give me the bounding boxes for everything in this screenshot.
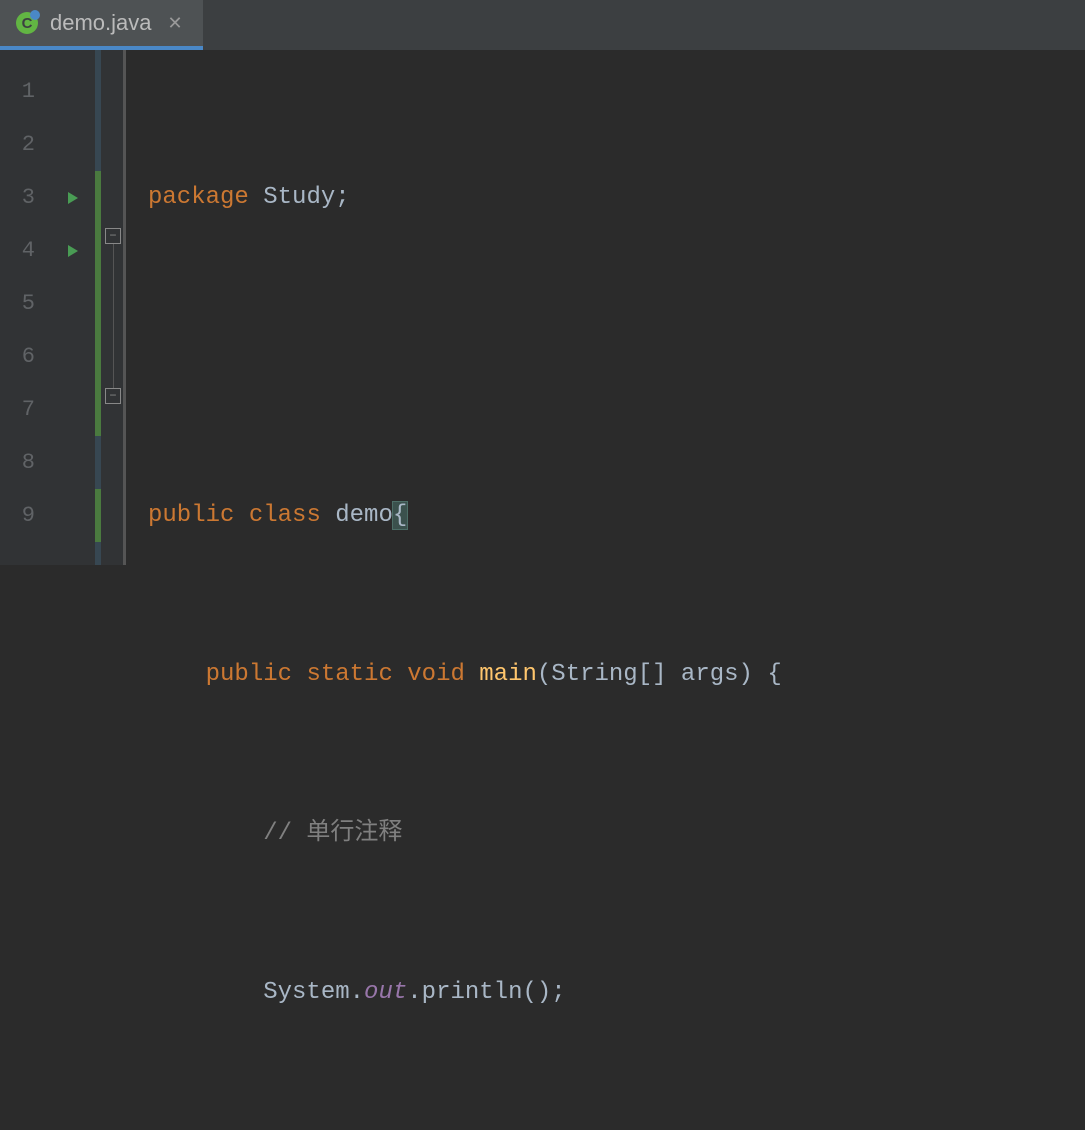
code-line[interactable]: public class demo{ bbox=[148, 489, 782, 542]
code-line[interactable]: package Study; bbox=[148, 171, 782, 224]
line-number[interactable]: 8 bbox=[0, 436, 35, 489]
run-icon[interactable] bbox=[50, 171, 95, 224]
fold-column: − − bbox=[101, 50, 126, 565]
code-line[interactable]: } bbox=[148, 1125, 782, 1130]
tab-filename: demo.java bbox=[50, 10, 152, 36]
line-number[interactable]: 4 bbox=[0, 224, 35, 277]
line-number-gutter[interactable]: 1 2 3 4 5 6 7 8 9 bbox=[0, 50, 50, 565]
code-line[interactable]: public static void main(String[] args) { bbox=[148, 648, 782, 701]
line-number[interactable]: 9 bbox=[0, 489, 35, 542]
code-area[interactable]: package Study; public class demo{ public… bbox=[126, 50, 782, 565]
code-editor[interactable]: 1 2 3 4 5 6 7 8 9 − − package Stud bbox=[0, 50, 1085, 565]
line-number[interactable]: 6 bbox=[0, 330, 35, 383]
fold-expand-icon[interactable]: − bbox=[105, 388, 121, 404]
fold-collapse-icon[interactable]: − bbox=[105, 228, 121, 244]
line-number[interactable]: 5 bbox=[0, 277, 35, 330]
line-number[interactable]: 7 bbox=[0, 383, 35, 436]
line-number[interactable]: 2 bbox=[0, 118, 35, 171]
line-number[interactable]: 3 bbox=[0, 171, 35, 224]
code-line[interactable]: System.out.println(); bbox=[148, 966, 782, 1019]
close-icon[interactable]: ✕ bbox=[164, 13, 187, 34]
gutter-icons bbox=[50, 50, 95, 565]
code-line[interactable] bbox=[148, 330, 782, 383]
run-icon[interactable] bbox=[50, 224, 95, 277]
code-line[interactable]: // 单行注释 bbox=[148, 807, 782, 860]
editor-tab[interactable]: C demo.java ✕ bbox=[0, 0, 203, 50]
line-number[interactable]: 1 bbox=[0, 65, 35, 118]
tab-bar: C demo.java ✕ bbox=[0, 0, 1085, 50]
java-class-icon: C bbox=[16, 12, 38, 34]
